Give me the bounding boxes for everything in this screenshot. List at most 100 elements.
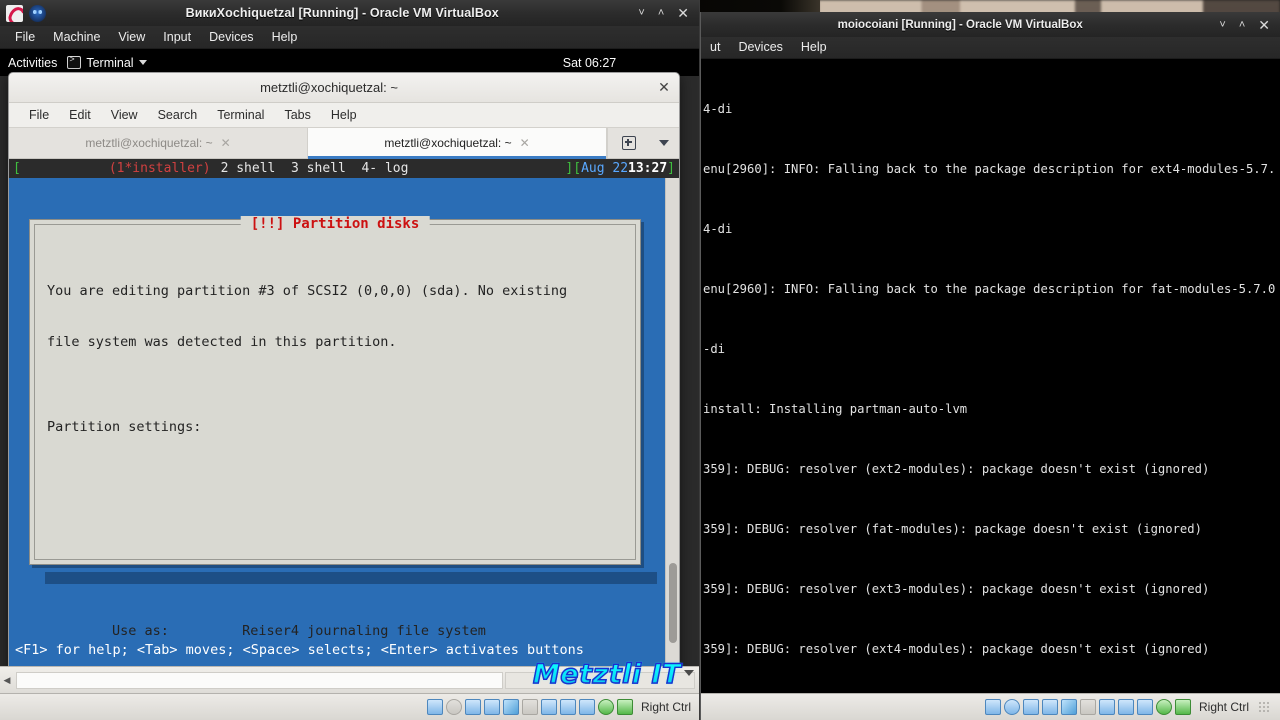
terminal-tab-2[interactable]: metztli@xochiquetzal: ~ ✕	[308, 128, 607, 159]
terminal-tab-1[interactable]: metztli@xochiquetzal: ~ ✕	[9, 128, 308, 158]
debian-swirl-icon	[29, 4, 46, 22]
display-icon[interactable]	[1098, 699, 1115, 715]
left-vm-host-key: Right Ctrl	[640, 700, 691, 714]
terminal-tab-1-close-icon[interactable]: ✕	[221, 136, 231, 150]
audio-icon[interactable]	[464, 699, 481, 715]
right-vm-host-key: Right Ctrl	[1198, 700, 1249, 714]
right-vm-window-controls[interactable]: ˅ ˄ ✕	[1219, 12, 1280, 38]
terminal-menu-view[interactable]: View	[101, 108, 148, 122]
terminal-menu-file[interactable]: File	[19, 108, 59, 122]
gnome-app-menu[interactable]: Terminal	[67, 54, 147, 70]
menu-machine[interactable]: Machine	[44, 26, 109, 48]
terminal-close-button[interactable]: ✕	[649, 79, 679, 96]
menu-file[interactable]: File	[6, 26, 44, 48]
screen: ВикиXochiquetzal [Running] - Oracle VM V…	[0, 0, 1280, 720]
usb-icon[interactable]	[502, 699, 519, 715]
right-vm-titlebar[interactable]: moiocoiani [Running] - Oracle VM Virtual…	[701, 12, 1280, 37]
display-icon[interactable]	[540, 699, 557, 715]
tab-list-button[interactable]	[649, 128, 679, 158]
gnome-clock[interactable]: Sat 06:27	[563, 56, 617, 70]
tmux-date-bracket-open: [	[573, 161, 582, 176]
hard-disk-icon[interactable]	[426, 699, 443, 715]
guest-desktop: metztli@xochiquetzal: ~ ✕ File Edit View…	[0, 72, 699, 686]
terminal-menubar[interactable]: File Edit View Search Terminal Tabs Help	[9, 103, 679, 128]
dialog-body: You are editing partition #3 of SCSI2 (0…	[47, 249, 623, 679]
guest-taskbar[interactable]: ◀	[0, 666, 699, 693]
setting-use-as[interactable]: Use as: Reiser4 journaling file system	[47, 623, 623, 640]
left-vm-statusbar[interactable]: Right Ctrl	[0, 693, 699, 720]
terminal-content[interactable]: [ (1*installer) 2 shell 3 shell 4- log ]…	[9, 159, 679, 678]
dialog-line-4	[47, 470, 623, 487]
close-icon[interactable]: ✕	[1258, 12, 1270, 38]
maximize-icon[interactable]: ˄	[658, 0, 664, 26]
taskbar-window-slot[interactable]	[16, 671, 503, 689]
terminal-tab-2-label: metztli@xochiquetzal: ~	[384, 136, 512, 150]
network-icon[interactable]	[1041, 699, 1058, 715]
terminal-scrollbar[interactable]	[665, 178, 679, 678]
dialog-line-5	[47, 521, 623, 538]
menu-view[interactable]: View	[109, 26, 154, 48]
dialog-line-0: You are editing partition #3 of SCSI2 (0…	[47, 283, 568, 299]
optical-disk-icon[interactable]	[1003, 699, 1020, 715]
minimize-icon[interactable]: ˅	[638, 0, 644, 26]
menu-devices[interactable]: Devices	[729, 37, 791, 58]
close-icon[interactable]: ✕	[677, 0, 689, 26]
virtualization-icon[interactable]	[578, 699, 595, 715]
left-vm-titlebar[interactable]: ВикиXochiquetzal [Running] - Oracle VM V…	[0, 0, 699, 26]
shared-folder-icon[interactable]	[1079, 699, 1096, 715]
partition-disks-dialog[interactable]: [!!] Partition disks You are editing par…	[29, 216, 641, 639]
terminal-menu-terminal[interactable]: Terminal	[207, 108, 274, 122]
virtualbox-window-left[interactable]: ВикиXochiquetzal [Running] - Oracle VM V…	[0, 0, 700, 720]
debian-installer-screen: [!!] Partition disks You are editing par…	[9, 178, 665, 678]
chevron-down-icon[interactable]	[684, 670, 694, 676]
menu-input-truncated[interactable]: ut	[701, 37, 729, 58]
virtualbox-window-right[interactable]: moiocoiani [Running] - Oracle VM Virtual…	[700, 12, 1280, 720]
terminal-tabbar[interactable]: metztli@xochiquetzal: ~ ✕ metztli@xochiq…	[9, 128, 679, 159]
terminal-menu-help[interactable]: Help	[321, 108, 367, 122]
left-vm-menubar[interactable]: File Machine View Input Devices Help	[0, 26, 699, 49]
maximize-icon[interactable]: ˄	[1239, 12, 1245, 38]
mouse-integration-icon[interactable]	[1155, 699, 1172, 715]
menu-devices[interactable]: Devices	[200, 26, 262, 48]
menu-input[interactable]: Input	[154, 26, 200, 48]
right-vm-console-output: 4-di enu[2960]: INFO: Falling back to th…	[701, 59, 1280, 693]
shared-folder-icon[interactable]	[521, 699, 538, 715]
terminal-menu-tabs[interactable]: Tabs	[274, 108, 320, 122]
recording-icon[interactable]	[1117, 699, 1134, 715]
keyboard-icon[interactable]	[1174, 699, 1191, 715]
mouse-integration-icon[interactable]	[597, 699, 614, 715]
right-vm-menubar[interactable]: ut Devices Help	[701, 37, 1280, 59]
menu-help[interactable]: Help	[792, 37, 836, 58]
console-line: 359]: DEBUG: resolver (fat-modules): pac…	[703, 522, 1202, 536]
terminal-menu-edit[interactable]: Edit	[59, 108, 101, 122]
terminal-tab-2-close-icon[interactable]: ✕	[520, 136, 530, 150]
hard-disk-icon[interactable]	[984, 699, 1001, 715]
terminal-scrollbar-thumb[interactable]	[669, 563, 677, 643]
audio-icon[interactable]	[1022, 699, 1039, 715]
optical-disk-icon[interactable]	[445, 699, 462, 715]
virtualization-icon[interactable]	[1136, 699, 1153, 715]
usb-icon[interactable]	[1060, 699, 1077, 715]
tmux-windows[interactable]: 2 shell 3 shell 4- log	[211, 161, 409, 176]
taskbar-tray-slot[interactable]	[505, 671, 695, 689]
activities-button[interactable]: Activities	[0, 56, 67, 70]
keyboard-icon[interactable]	[616, 699, 633, 715]
tmux-window-active[interactable]: (1*installer)	[21, 161, 211, 176]
terminal-titlebar[interactable]: metztli@xochiquetzal: ~ ✕	[9, 73, 679, 103]
resize-grip[interactable]	[1258, 701, 1270, 713]
recording-icon[interactable]	[559, 699, 576, 715]
tmux-date: Aug 22	[581, 161, 629, 176]
console-line: enu[2960]: INFO: Falling back to the pac…	[703, 282, 1276, 296]
gnome-terminal-window[interactable]: metztli@xochiquetzal: ~ ✕ File Edit View…	[8, 72, 680, 680]
dialog-inner-frame: [!!] Partition disks You are editing par…	[34, 216, 636, 639]
console-line: 359]: DEBUG: resolver (ext4-modules): pa…	[703, 642, 1210, 656]
terminal-menu-search[interactable]: Search	[148, 108, 208, 122]
tmux-status-bar[interactable]: [ (1*installer) 2 shell 3 shell 4- log ]…	[9, 159, 679, 178]
right-vm-statusbar[interactable]: Right Ctrl	[701, 693, 1280, 720]
taskbar-left-arrow-icon[interactable]: ◀	[0, 675, 14, 686]
left-vm-window-controls[interactable]: ˅ ˄ ✕	[638, 0, 699, 26]
network-icon[interactable]	[483, 699, 500, 715]
new-tab-button[interactable]	[607, 128, 649, 158]
menu-help[interactable]: Help	[263, 26, 307, 48]
minimize-icon[interactable]: ˅	[1219, 12, 1225, 38]
